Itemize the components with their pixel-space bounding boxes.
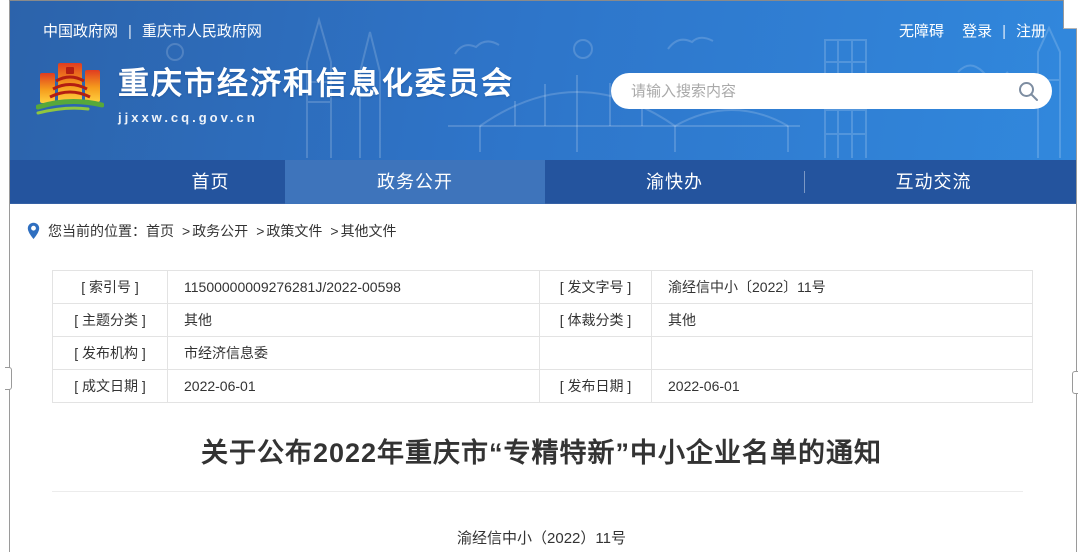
page: 中国政府网 | 重庆市人民政府网 无障碍 登录 | 注册	[0, 0, 1080, 552]
site-title: 重庆市经济和信息化委员会	[118, 58, 514, 103]
meta-value-doc-no: 渝经信中小〔2022〕11号	[652, 271, 1033, 304]
nav-item-public-affairs[interactable]: 政务公开	[285, 160, 545, 204]
nav-item-home[interactable]: 首页	[26, 160, 285, 204]
article-doc-number: 渝经信中小（2022）11号	[5, 527, 1078, 548]
meta-label-genre-class: [ 体裁分类 ]	[540, 304, 652, 337]
meta-value-empty	[652, 337, 1033, 370]
search-icon[interactable]	[1017, 80, 1039, 102]
left-edge-handle	[0, 367, 12, 390]
topbar-divider: |	[1002, 23, 1006, 40]
site-identity: 重庆市经济和信息化委员会 jjxxw.cq.gov.cn	[118, 58, 514, 125]
meta-label-index-no: [ 索引号 ]	[53, 271, 168, 304]
meta-value-topic-class: 其他	[168, 304, 540, 337]
banner: 重庆市经济和信息化委员会 jjxxw.cq.gov.cn	[36, 57, 1052, 125]
nav-item-yukuaiban[interactable]: 渝快办	[545, 160, 804, 204]
article-title: 关于公布2022年重庆市“专精特新”中小企业名单的通知	[5, 431, 1078, 470]
breadcrumb-item-policy-files[interactable]: 政策文件	[266, 221, 322, 241]
search-box	[611, 73, 1052, 109]
meta-value-written-date: 2022-06-01	[168, 370, 540, 403]
breadcrumb-prefix: 您当前的位置：	[48, 221, 146, 241]
accessibility-link[interactable]: 无障碍	[899, 23, 944, 40]
gov-links: 中国政府网 | 重庆市人民政府网	[43, 20, 262, 41]
breadcrumb-separator: >	[330, 223, 338, 239]
topbar-divider: |	[128, 23, 132, 40]
doc-meta-table: [ 索引号 ] 11500000009276281J/2022-00598 [ …	[52, 270, 1033, 403]
search-input[interactable]	[611, 73, 1052, 109]
login-link[interactable]: 登录	[962, 23, 992, 40]
meta-value-index-no: 11500000009276281J/2022-00598	[168, 271, 540, 304]
breadcrumb-separator: >	[182, 223, 190, 239]
breadcrumb-item-home[interactable]: 首页	[146, 221, 174, 241]
top-utility-bar: 中国政府网 | 重庆市人民政府网 无障碍 登录 | 注册	[10, 0, 1076, 41]
meta-row: [ 成文日期 ] 2022-06-01 [ 发布日期 ] 2022-06-01	[53, 370, 1033, 403]
breadcrumb-item-other-files[interactable]: 其他文件	[341, 221, 397, 241]
site-url: jjxxw.cq.gov.cn	[118, 110, 514, 125]
register-link[interactable]: 注册	[1016, 23, 1046, 40]
meta-row: [ 索引号 ] 11500000009276281J/2022-00598 [ …	[53, 271, 1033, 304]
meta-label-publish-date: [ 发布日期 ]	[540, 370, 652, 403]
meta-label-topic-class: [ 主题分类 ]	[53, 304, 168, 337]
meta-row: [ 主题分类 ] 其他 [ 体裁分类 ] 其他	[53, 304, 1033, 337]
breadcrumb-separator: >	[256, 223, 264, 239]
meta-label-written-date: [ 成文日期 ]	[53, 370, 168, 403]
scrollbar-corner-notch	[1063, 0, 1077, 29]
cq-gov-link[interactable]: 重庆市人民政府网	[142, 23, 262, 40]
site-logo-icon[interactable]	[36, 57, 104, 125]
nav-item-interaction[interactable]: 互动交流	[804, 160, 1063, 204]
breadcrumb-item-public-affairs[interactable]: 政务公开	[192, 221, 248, 241]
account-links: 无障碍 登录 | 注册	[899, 20, 1046, 41]
meta-value-publish-date: 2022-06-01	[652, 370, 1033, 403]
title-divider	[52, 491, 1023, 492]
meta-label-empty	[540, 337, 652, 370]
meta-label-doc-no: [ 发文字号 ]	[540, 271, 652, 304]
site-header: 中国政府网 | 重庆市人民政府网 无障碍 登录 | 注册	[10, 0, 1076, 160]
main-nav: 首页 政务公开 渝快办 互动交流	[10, 160, 1076, 204]
meta-value-genre-class: 其他	[652, 304, 1033, 337]
meta-label-publisher: [ 发布机构 ]	[53, 337, 168, 370]
location-pin-icon	[27, 222, 40, 240]
breadcrumb: 您当前的位置： 首页 > 政务公开 > 政策文件 > 其他文件	[5, 204, 1078, 244]
meta-row: [ 发布机构 ] 市经济信息委	[53, 337, 1033, 370]
right-edge-handle	[1072, 371, 1080, 394]
china-gov-link[interactable]: 中国政府网	[43, 23, 118, 40]
meta-value-publisher: 市经济信息委	[168, 337, 540, 370]
